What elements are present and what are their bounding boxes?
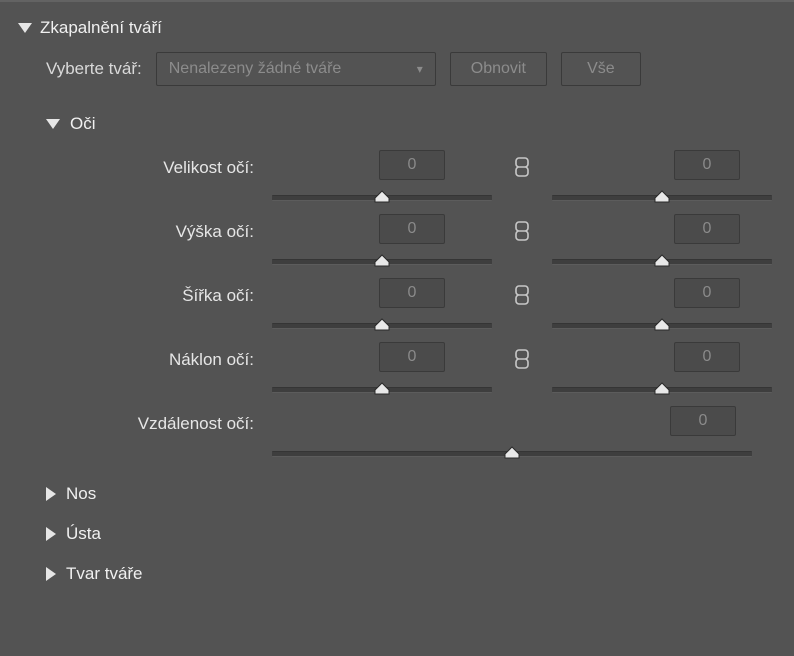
eye-width-label: Šířka očí: [52, 278, 272, 306]
nose-title: Nos [66, 484, 96, 504]
eye-size-right-input[interactable]: 0 [674, 150, 740, 180]
link-icon[interactable] [515, 284, 529, 306]
face-shape-title: Tvar tváře [66, 564, 143, 584]
caret-right-icon [46, 487, 56, 501]
eyes-title: Oči [70, 114, 96, 134]
eye-tilt-right-slider[interactable] [552, 382, 772, 398]
eye-distance-label: Vzdálenost očí: [52, 406, 272, 434]
caret-right-icon [46, 527, 56, 541]
slider-thumb-icon[interactable] [374, 317, 390, 331]
collapsed-sections: Nos Ústa Tvar tváře [12, 470, 782, 594]
face-shape-header[interactable]: Tvar tváře [46, 554, 782, 594]
slider-thumb-icon[interactable] [504, 445, 520, 459]
eye-tilt-row: Náklon očí: 0 [52, 342, 782, 398]
eye-width-right-slider[interactable] [552, 318, 772, 334]
eye-tilt-right-input[interactable]: 0 [674, 342, 740, 372]
mouth-header[interactable]: Ústa [46, 514, 782, 554]
nose-header[interactable]: Nos [46, 474, 782, 514]
eye-height-right-slider[interactable] [552, 254, 772, 270]
caret-down-icon [46, 119, 60, 129]
slider-thumb-icon[interactable] [654, 253, 670, 267]
slider-thumb-icon[interactable] [654, 381, 670, 395]
eye-height-left-input[interactable]: 0 [379, 214, 445, 244]
eye-distance-slider[interactable] [272, 446, 752, 462]
face-select-row: Vyberte tvář: Nenalezeny žádné tváře ▾ O… [12, 52, 782, 108]
chevron-down-icon: ▾ [417, 62, 423, 76]
mouth-title: Ústa [66, 524, 101, 544]
panel-title: Zkapalnění tváří [40, 18, 162, 38]
slider-thumb-icon[interactable] [374, 253, 390, 267]
eye-width-row: Šířka očí: 0 [52, 278, 782, 334]
eye-tilt-left-slider[interactable] [272, 382, 492, 398]
link-icon[interactable] [515, 156, 529, 178]
slider-thumb-icon[interactable] [374, 381, 390, 395]
eye-tilt-label: Náklon očí: [52, 342, 272, 370]
caret-down-icon [18, 23, 32, 33]
eye-distance-row: Vzdálenost očí: 0 [52, 406, 782, 462]
eye-size-right-slider[interactable] [552, 190, 772, 206]
eye-size-left-slider[interactable] [272, 190, 492, 206]
eye-width-left-input[interactable]: 0 [379, 278, 445, 308]
eye-height-right-input[interactable]: 0 [674, 214, 740, 244]
eye-height-left-slider[interactable] [272, 254, 492, 270]
slider-thumb-icon[interactable] [654, 189, 670, 203]
eye-size-left-input[interactable]: 0 [379, 150, 445, 180]
face-dropdown-value: Nenalezeny žádné tváře [169, 60, 342, 78]
select-face-label: Vyberte tvář: [46, 59, 142, 79]
link-icon[interactable] [515, 220, 529, 242]
eye-width-right-input[interactable]: 0 [674, 278, 740, 308]
reset-button[interactable]: Obnovit [450, 52, 547, 86]
eye-tilt-left-input[interactable]: 0 [379, 342, 445, 372]
eye-height-row: Výška očí: 0 [52, 214, 782, 270]
slider-thumb-icon[interactable] [374, 189, 390, 203]
eye-distance-input[interactable]: 0 [670, 406, 736, 436]
face-dropdown[interactable]: Nenalezeny žádné tváře ▾ [156, 52, 436, 86]
eye-width-left-slider[interactable] [272, 318, 492, 334]
eye-size-label: Velikost očí: [52, 150, 272, 178]
caret-right-icon [46, 567, 56, 581]
eye-size-row: Velikost očí: 0 [52, 150, 782, 206]
slider-thumb-icon[interactable] [654, 317, 670, 331]
link-icon[interactable] [515, 348, 529, 370]
eyes-section: Oči Velikost očí: 0 [12, 108, 782, 462]
eyes-sliders: Velikost očí: 0 [46, 150, 782, 462]
face-liquify-panel: Zkapalnění tváří Vyberte tvář: Nenalezen… [0, 0, 794, 594]
panel-header[interactable]: Zkapalnění tváří [12, 12, 782, 52]
all-button[interactable]: Vše [561, 52, 641, 86]
eyes-header[interactable]: Oči [46, 108, 782, 150]
eye-height-label: Výška očí: [52, 214, 272, 242]
